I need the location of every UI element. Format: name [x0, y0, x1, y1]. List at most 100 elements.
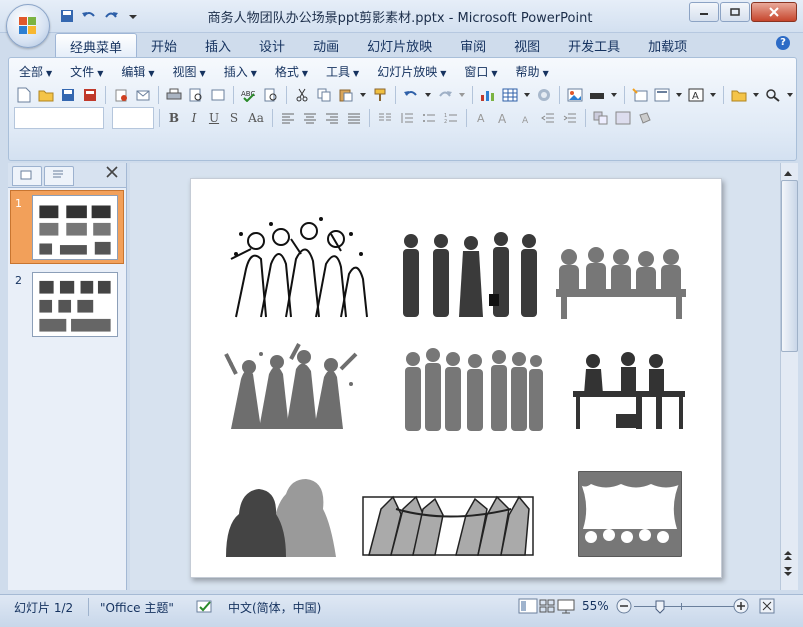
customize-qat-icon[interactable]: [124, 7, 142, 25]
theme-name[interactable]: "Office 主题": [100, 599, 174, 616]
increase-indent-icon[interactable]: [560, 108, 580, 128]
align-left-icon[interactable]: [278, 108, 298, 128]
shrink-font-icon[interactable]: A: [516, 108, 536, 128]
layout-icon[interactable]: [652, 85, 672, 105]
slide-canvas[interactable]: [190, 178, 722, 578]
justify-icon[interactable]: [344, 108, 364, 128]
tab-developer[interactable]: 开发工具: [554, 33, 634, 57]
numbering-icon[interactable]: 12: [441, 108, 461, 128]
italic-button[interactable]: I: [185, 109, 203, 127]
close-button[interactable]: [751, 2, 797, 22]
underline-button[interactable]: U: [205, 109, 223, 127]
menu-all[interactable]: 全部 ▼: [10, 61, 61, 81]
font-size-dropdown[interactable]: [112, 107, 154, 129]
dropdown-arrow-icon[interactable]: [358, 85, 368, 105]
redo-icon[interactable]: [102, 7, 120, 25]
font-color-icon[interactable]: A: [472, 108, 492, 128]
office-desk-silhouette[interactable]: [573, 352, 685, 429]
scrollbar-thumb[interactable]: [781, 180, 798, 352]
meeting-silhouette[interactable]: [556, 247, 686, 319]
slideshow-button[interactable]: [557, 598, 575, 617]
dropdown-arrow-icon[interactable]: [674, 85, 684, 105]
print-preview-icon[interactable]: [186, 85, 206, 105]
paste-icon[interactable]: [336, 85, 356, 105]
scroll-up-icon[interactable]: [783, 166, 793, 180]
normal-view-icon[interactable]: [208, 85, 228, 105]
celebration-crowd-silhouette[interactable]: [230, 222, 368, 318]
tab-view[interactable]: 视图: [500, 33, 554, 57]
zoom-slider-thumb[interactable]: [655, 600, 665, 617]
cut-icon[interactable]: [292, 85, 312, 105]
tab-slideshow[interactable]: 幻灯片放映: [353, 33, 446, 57]
format-painter-icon[interactable]: [370, 85, 390, 105]
language-indicator[interactable]: 中文(简体，中国): [228, 599, 321, 616]
decrease-indent-icon[interactable]: [538, 108, 558, 128]
undo-icon[interactable]: [80, 7, 98, 25]
new-slide-icon[interactable]: [630, 85, 650, 105]
tab-insert[interactable]: 插入: [191, 33, 245, 57]
folder-icon[interactable]: [729, 85, 749, 105]
spell-check-status-icon[interactable]: [196, 598, 214, 617]
menu-window[interactable]: 窗口 ▼: [455, 61, 506, 81]
tab-slides[interactable]: [12, 166, 42, 186]
dropdown-arrow-icon[interactable]: [522, 85, 532, 105]
slide-sorter-button[interactable]: [538, 598, 556, 617]
print-icon[interactable]: [164, 85, 184, 105]
spell-check-icon[interactable]: ABC: [239, 85, 259, 105]
clipart-icon[interactable]: [534, 85, 554, 105]
grow-font-icon[interactable]: A: [494, 108, 514, 128]
close-pane-icon[interactable]: [106, 166, 120, 180]
shape-fill-icon[interactable]: [635, 108, 655, 128]
align-center-icon[interactable]: [300, 108, 320, 128]
theater-stage-silhouette[interactable]: [578, 471, 682, 557]
help-icon[interactable]: ?: [776, 36, 790, 50]
office-button[interactable]: [6, 4, 50, 48]
arrange-icon[interactable]: [591, 108, 611, 128]
menu-edit[interactable]: 编辑 ▼: [112, 61, 163, 81]
textbox-icon[interactable]: A: [686, 85, 706, 105]
save-as-pdf-icon[interactable]: [80, 85, 100, 105]
menu-file[interactable]: 文件 ▼: [61, 61, 112, 81]
standing-group-silhouette[interactable]: [405, 348, 543, 431]
copy-icon[interactable]: [314, 85, 334, 105]
table-icon[interactable]: [500, 85, 520, 105]
slide-thumbnail-2[interactable]: [32, 272, 118, 337]
menu-help[interactable]: 帮助 ▼: [507, 61, 558, 81]
change-case-button[interactable]: Aa: [245, 109, 267, 127]
zoom-level[interactable]: 55%: [582, 599, 609, 613]
save-icon[interactable]: [58, 85, 78, 105]
maximize-button[interactable]: [720, 2, 750, 22]
shapes-icon[interactable]: [587, 85, 607, 105]
dropdown-arrow-icon[interactable]: [785, 85, 795, 105]
two-heads-silhouette[interactable]: [226, 479, 336, 557]
minimize-button[interactable]: [689, 2, 719, 22]
menu-slideshow[interactable]: 幻灯片放映 ▼: [368, 61, 455, 81]
slide-thumbnail-1[interactable]: [32, 195, 118, 260]
permission-icon[interactable]: [111, 85, 131, 105]
tab-classic-menu[interactable]: 经典菜单: [55, 33, 138, 57]
menu-tools[interactable]: 工具 ▼: [317, 61, 368, 81]
new-icon[interactable]: [14, 85, 34, 105]
zoom-out-icon[interactable]: [616, 598, 632, 617]
tab-animations[interactable]: 动画: [299, 33, 353, 57]
fit-to-window-icon[interactable]: [759, 598, 775, 617]
menu-view[interactable]: 视图 ▼: [164, 61, 215, 81]
zoom-slider-track[interactable]: [634, 606, 734, 607]
save-icon[interactable]: [58, 7, 76, 25]
picture-icon[interactable]: [565, 85, 585, 105]
tab-home[interactable]: 开始: [137, 33, 191, 57]
tab-outline[interactable]: [44, 166, 74, 186]
tug-of-war-silhouette[interactable]: [362, 495, 534, 556]
bold-button[interactable]: B: [165, 109, 183, 127]
zoom-in-icon[interactable]: [733, 598, 749, 617]
bullets-icon[interactable]: [419, 108, 439, 128]
align-right-icon[interactable]: [322, 108, 342, 128]
previous-slide-icon[interactable]: [783, 550, 793, 565]
dancing-crowd-silhouette[interactable]: [224, 343, 358, 429]
dropdown-arrow-icon[interactable]: [751, 85, 761, 105]
tab-addins[interactable]: 加载项: [634, 33, 701, 57]
menu-insert[interactable]: 插入 ▼: [215, 61, 266, 81]
menu-format[interactable]: 格式 ▼: [266, 61, 317, 81]
dropdown-arrow-icon[interactable]: [423, 85, 433, 105]
find-icon[interactable]: [763, 85, 783, 105]
